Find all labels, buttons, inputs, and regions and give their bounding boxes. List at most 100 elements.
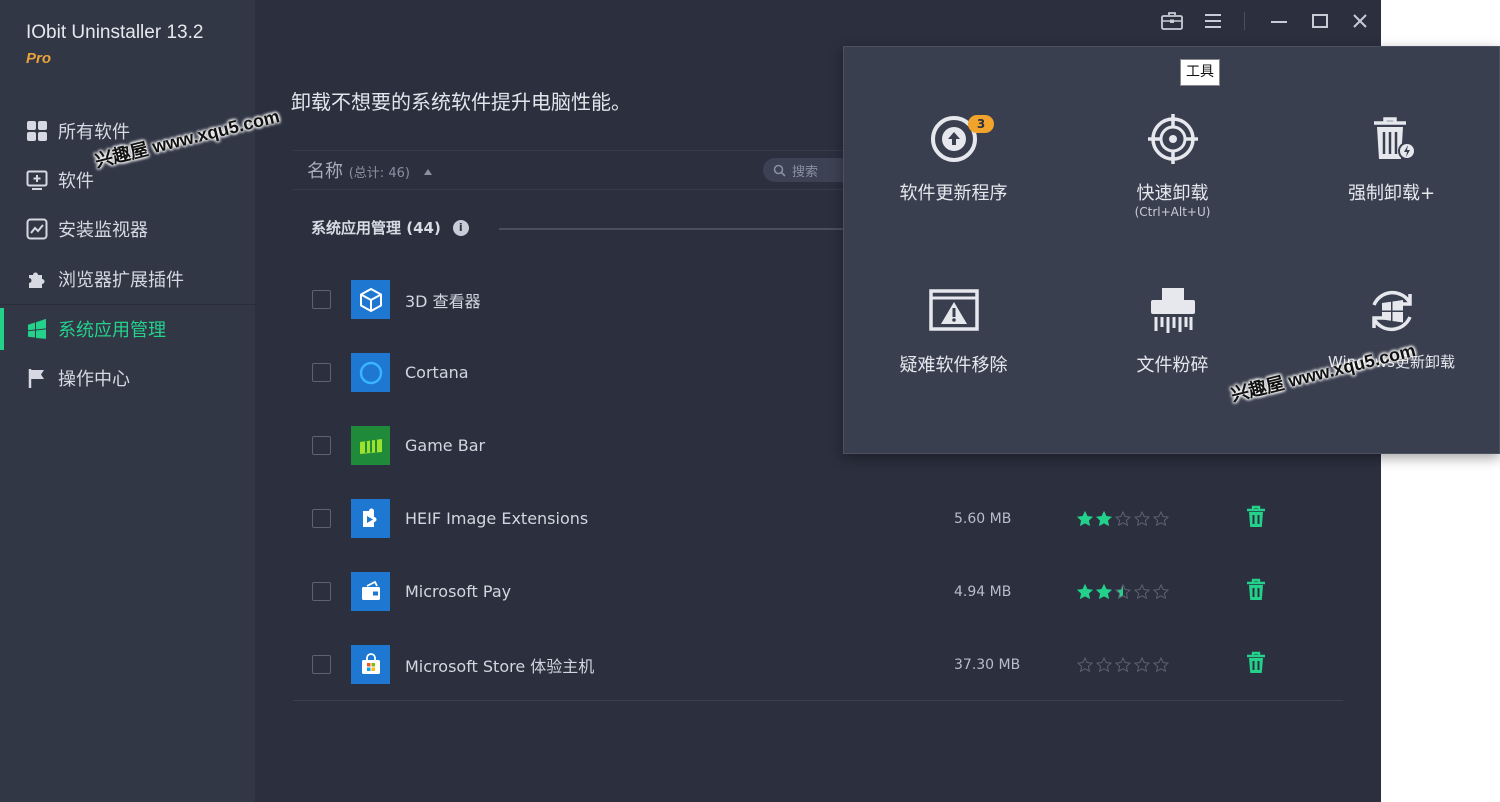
windows-logo-icon <box>26 318 48 340</box>
flag-icon <box>26 367 48 389</box>
row-checkbox[interactable] <box>312 363 331 382</box>
grid-icon <box>26 120 48 142</box>
tool-force-uninstall[interactable]: 强制卸载+ <box>1282 47 1500 225</box>
rating-stars <box>1077 656 1169 673</box>
app-name: HEIF Image Extensions <box>405 509 589 528</box>
sidebar-item-label: 安装监视器 <box>58 220 148 242</box>
trash-bolt-icon <box>1366 113 1418 165</box>
tools-tooltip: 工具 <box>1180 59 1220 86</box>
tool-label: 疑难软件移除 <box>899 355 1008 376</box>
uninstall-trash-icon[interactable] <box>1245 578 1267 606</box>
uninstall-trash-icon[interactable] <box>1245 651 1267 679</box>
star-empty-icon <box>1153 510 1169 526</box>
cube-icon <box>351 280 390 319</box>
row-checkbox[interactable] <box>312 509 331 528</box>
chart-line-icon <box>26 218 48 240</box>
maximize-button[interactable] <box>1309 10 1331 32</box>
list-bottom-divider <box>293 700 1343 701</box>
tool-quick-uninstall[interactable]: 快速卸载 (Ctrl+Alt+U) <box>1063 47 1282 225</box>
table-row[interactable]: Microsoft Pay 4.94 MB <box>293 555 1343 628</box>
group-title: 系统应用管理 (44) <box>311 219 441 237</box>
tool-file-shredder[interactable]: 文件粉碎 <box>1063 219 1282 397</box>
star-empty-icon <box>1153 583 1169 599</box>
star-half-icon <box>1115 583 1131 599</box>
star-empty-icon <box>1077 656 1093 672</box>
star-empty-icon <box>1115 510 1131 526</box>
star-empty-icon <box>1134 656 1150 672</box>
toolbox-icon <box>1161 12 1183 30</box>
row-checkbox[interactable] <box>312 655 331 674</box>
name-column-label: 名称 <box>307 161 343 182</box>
star-empty-icon <box>1153 656 1169 672</box>
star-empty-icon <box>1115 656 1131 672</box>
sidebar-item-action-center[interactable]: 操作中心 <box>0 353 255 402</box>
wallet-icon <box>351 572 390 611</box>
update-count-badge: 3 <box>968 115 994 133</box>
puzzle-icon <box>26 268 48 290</box>
star-filled-icon <box>1096 583 1112 599</box>
info-icon[interactable]: i <box>452 219 469 236</box>
puzzle-play-icon <box>351 499 390 538</box>
circle-icon <box>351 353 390 392</box>
tool-label: 快速卸载 <box>1136 183 1209 204</box>
app-name: 3D 查看器 <box>405 291 481 311</box>
monitor-plus-icon <box>26 169 48 191</box>
app-name: Microsoft Pay <box>405 582 512 601</box>
sidebar-item-label: 操作中心 <box>58 368 130 390</box>
warning-window-icon <box>928 285 980 337</box>
app-size: 5.60 MB <box>954 510 1012 527</box>
app-name: Cortana <box>405 363 469 382</box>
tools-button[interactable] <box>1160 10 1184 32</box>
edition-badge: Pro <box>26 50 52 67</box>
star-filled-icon <box>1096 510 1112 526</box>
star-filled-icon <box>1077 583 1093 599</box>
app-size: 37.30 MB <box>954 656 1021 673</box>
star-filled-icon <box>1077 510 1093 526</box>
name-column-header[interactable]: 名称 (总计: 46) <box>307 157 432 183</box>
row-checkbox[interactable] <box>312 436 331 455</box>
tool-software-updater[interactable]: 3 软件更新程序 <box>844 47 1063 225</box>
tool-label: 强制卸载+ <box>1347 183 1436 204</box>
sort-asc-icon <box>423 169 432 175</box>
close-button[interactable] <box>1349 10 1371 32</box>
titlebar-divider <box>1243 10 1245 32</box>
maximize-icon <box>1312 14 1328 28</box>
table-row[interactable]: HEIF Image Extensions 5.60 MB <box>293 482 1343 555</box>
uninstall-trash-icon[interactable] <box>1245 505 1267 533</box>
menu-button[interactable] <box>1202 10 1224 32</box>
tool-label: 文件粉碎 <box>1136 355 1209 376</box>
hamburger-icon <box>1205 14 1221 28</box>
gamebar-icon <box>351 426 390 465</box>
sidebar-item-label: 所有软件 <box>58 121 130 143</box>
star-empty-icon <box>1134 583 1150 599</box>
sidebar-item-label: 浏览器扩展插件 <box>58 269 184 291</box>
star-empty-icon <box>1134 510 1150 526</box>
brand: IObit Uninstaller 13.2 Pro <box>26 22 203 67</box>
store-icon <box>351 645 390 684</box>
sidebar-item-system-apps[interactable]: 系统应用管理 <box>0 303 255 353</box>
table-row[interactable]: Microsoft Store 体验主机 37.30 MB <box>293 628 1343 701</box>
rating-stars <box>1077 510 1169 527</box>
row-checkbox[interactable] <box>312 290 331 309</box>
row-checkbox[interactable] <box>312 582 331 601</box>
app-size: 4.94 MB <box>954 583 1012 600</box>
page-subtitle: 卸载不想要的系统软件提升电脑性能。 <box>291 90 631 114</box>
tool-stubborn-removal[interactable]: 疑难软件移除 <box>844 219 1063 397</box>
sidebar-item-install-monitor[interactable]: 安装监视器 <box>0 205 255 254</box>
sidebar-item-label: 系统应用管理 <box>58 319 166 341</box>
minimize-button[interactable] <box>1268 10 1290 32</box>
search-icon <box>773 164 786 177</box>
sidebar-item-label: 软件 <box>58 171 94 193</box>
tool-shortcut: (Ctrl+Alt+U) <box>1134 205 1211 219</box>
app-title: IObit Uninstaller 13.2 <box>26 22 204 43</box>
total-count: (总计: 46) <box>348 166 410 181</box>
minimize-icon <box>1271 21 1287 23</box>
rating-stars <box>1077 583 1169 600</box>
tool-label: 软件更新程序 <box>899 183 1008 204</box>
sidebar-item-browser-extensions[interactable]: 浏览器扩展插件 <box>0 254 255 303</box>
group-header: 系统应用管理 (44) i <box>311 217 469 238</box>
crosshair-icon <box>1147 113 1199 165</box>
windows-refresh-icon <box>1366 285 1418 337</box>
close-icon <box>1353 14 1367 28</box>
app-name: Game Bar <box>405 436 486 455</box>
